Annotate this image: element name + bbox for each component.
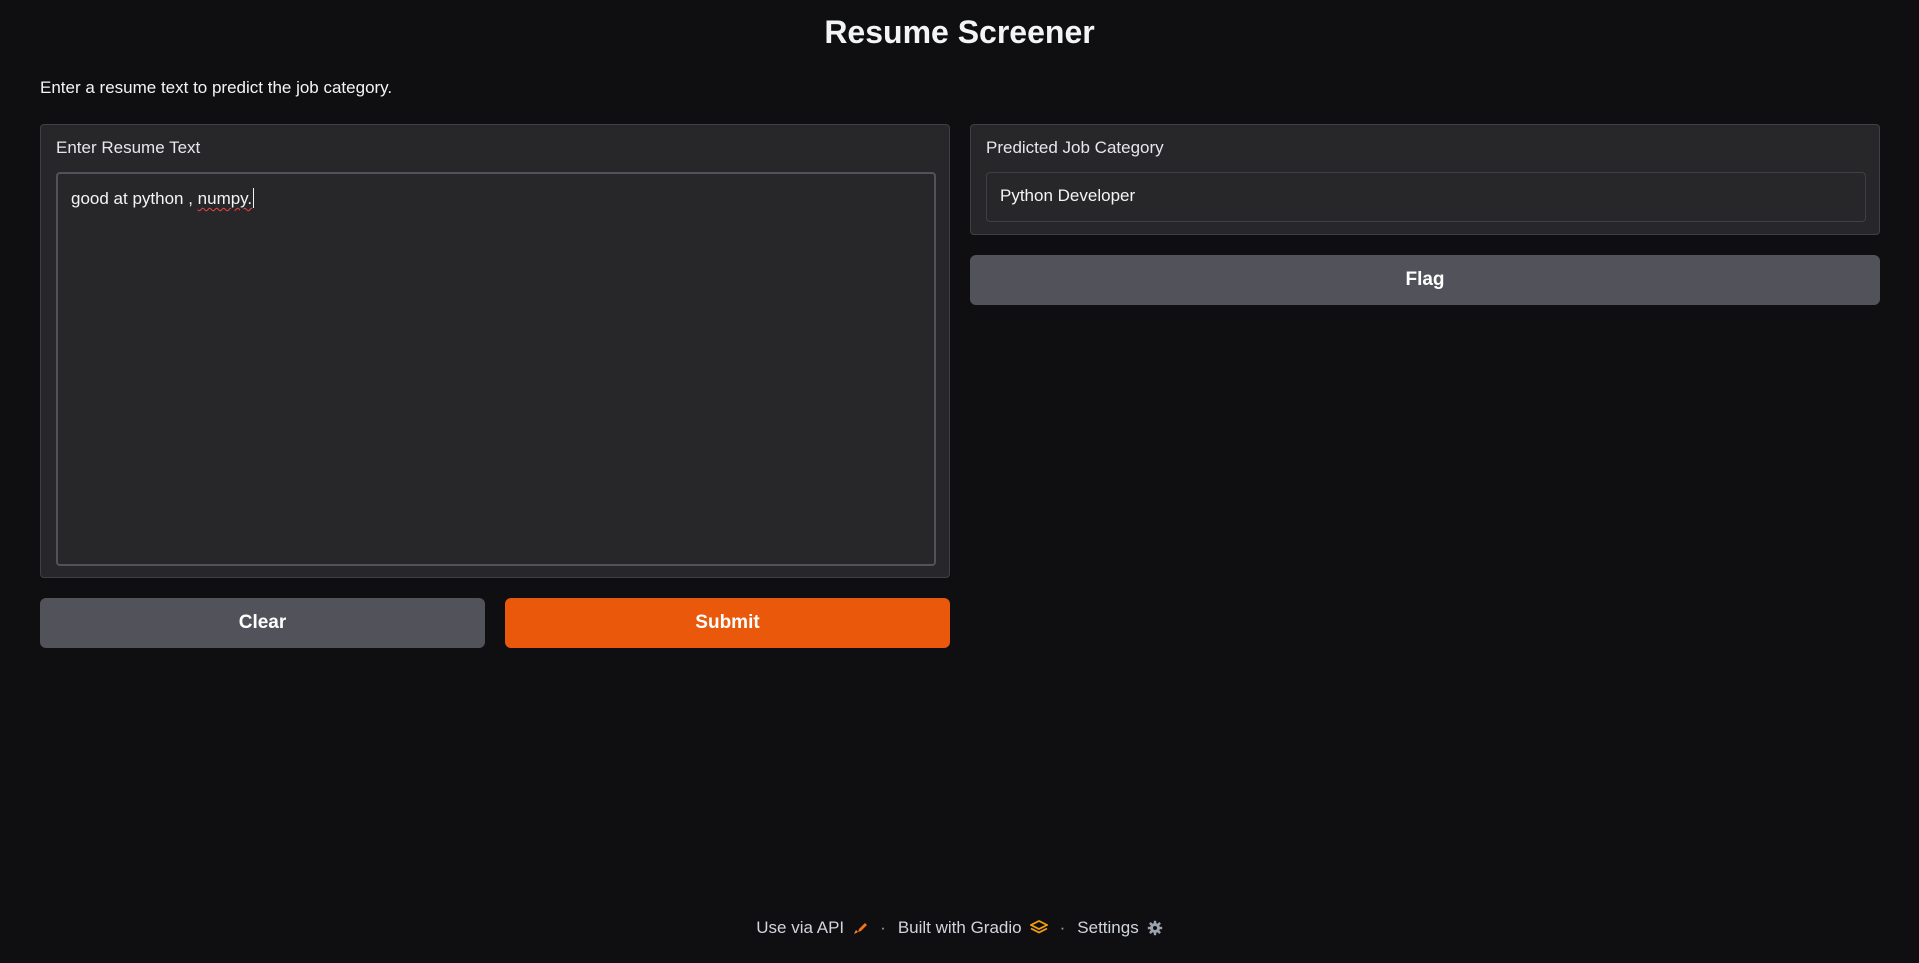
resume-textarea[interactable]: good at python , numpy.: [56, 172, 936, 566]
text-caret: [253, 188, 255, 208]
built-with-gradio-label: Built with Gradio: [897, 918, 1022, 937]
settings-link[interactable]: Settings: [1077, 918, 1162, 938]
gear-icon: [1147, 920, 1163, 936]
prediction-label: Predicted Job Category: [986, 138, 1164, 157]
footer: Use via API · Built with Gradio · Settin…: [0, 918, 1919, 938]
gradio-logo-icon: [1029, 920, 1048, 936]
resume-text: good at python ,: [71, 189, 198, 208]
footer-separator: ·: [880, 918, 886, 937]
resume-text-misspelled: numpy.: [197, 189, 253, 208]
flag-button[interactable]: Flag: [970, 255, 1880, 305]
prediction-output-panel: Predicted Job Category Python Developer: [970, 124, 1880, 235]
app-root: Resume Screener Enter a resume text to p…: [0, 0, 1919, 963]
built-with-gradio-link[interactable]: Built with Gradio: [898, 918, 1048, 938]
use-via-api-label: Use via API: [756, 918, 845, 937]
settings-label: Settings: [1077, 918, 1139, 937]
resume-input-panel: Enter Resume Text good at python , numpy…: [40, 124, 950, 578]
use-via-api-link[interactable]: Use via API: [756, 918, 868, 938]
clear-button[interactable]: Clear: [40, 598, 485, 648]
submit-button[interactable]: Submit: [505, 598, 950, 648]
prediction-output-field[interactable]: Python Developer: [986, 172, 1866, 222]
page-title: Resume Screener: [824, 14, 1095, 50]
page-description: Enter a resume text to predict the job c…: [40, 78, 393, 97]
footer-separator: ·: [1059, 918, 1066, 937]
rocket-icon: [852, 920, 868, 936]
resume-input-label: Enter Resume Text: [56, 138, 201, 157]
